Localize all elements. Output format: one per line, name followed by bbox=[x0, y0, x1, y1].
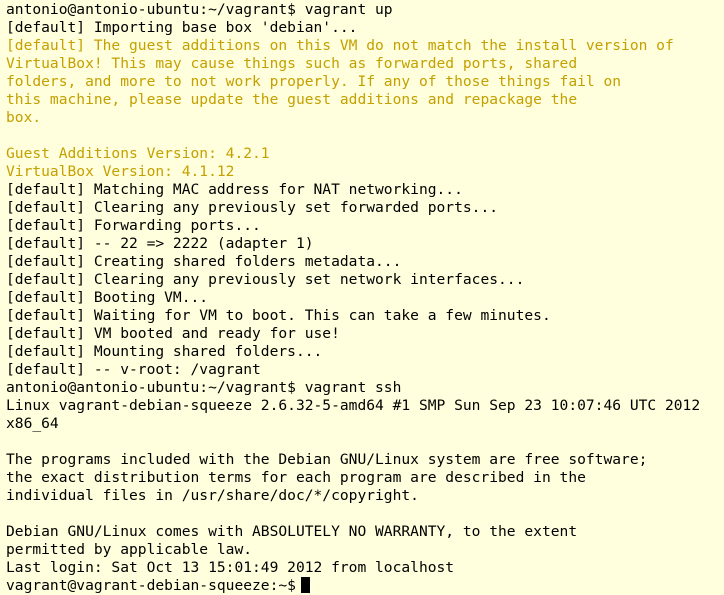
terminal-line: [default] VM booted and ready for use! bbox=[6, 325, 340, 342]
terminal-line: [default] Waiting for VM to boot. This c… bbox=[6, 307, 551, 324]
terminal-line: [default] Clearing any previously set fo… bbox=[6, 199, 499, 216]
terminal-line: the exact distribution terms for each pr… bbox=[6, 469, 586, 486]
terminal-line: [default] Mounting shared folders... bbox=[6, 343, 323, 360]
terminal-line: Debian GNU/Linux comes with ABSOLUTELY N… bbox=[6, 523, 578, 540]
terminal-prompt-line[interactable]: vagrant@vagrant-debian-squeeze:~$ bbox=[6, 577, 724, 595]
terminal-line: antonio@antonio-ubuntu:~/vagrant$ vagran… bbox=[6, 379, 402, 396]
terminal-line: permitted by applicable law. bbox=[6, 541, 253, 558]
terminal-line: [default] Booting VM... bbox=[6, 289, 209, 306]
terminal-window[interactable]: antonio@antonio-ubuntu:~/vagrant$ vagran… bbox=[0, 0, 724, 595]
terminal-line: [default] -- 22 => 2222 (adapter 1) bbox=[6, 235, 314, 252]
terminal-line-warning: folders, and more to not work properly. … bbox=[6, 73, 622, 90]
terminal-line: [default] Importing base box 'debian'... bbox=[6, 19, 358, 36]
terminal-line-warning: VirtualBox! This may cause things such a… bbox=[6, 55, 578, 72]
terminal-line-warning: [default] The guest additions on this VM… bbox=[6, 37, 674, 54]
terminal-line: [default] Matching MAC address for NAT n… bbox=[6, 181, 463, 198]
terminal-output: antonio@antonio-ubuntu:~/vagrant$ vagran… bbox=[6, 1, 724, 577]
terminal-line-warning: this machine, please update the guest ad… bbox=[6, 91, 578, 108]
terminal-line: x86_64 bbox=[6, 415, 59, 432]
terminal-line: [default] Forwarding ports... bbox=[6, 217, 261, 234]
terminal-line: Linux vagrant-debian-squeeze 2.6.32-5-am… bbox=[6, 397, 701, 414]
terminal-line-warning: VirtualBox Version: 4.1.12 bbox=[6, 163, 235, 180]
terminal-line: [default] Creating shared folders metada… bbox=[6, 253, 402, 270]
shell-prompt: vagrant@vagrant-debian-squeeze:~$ bbox=[6, 577, 296, 594]
terminal-line-warning: box. bbox=[6, 109, 42, 126]
terminal-line: individual files in /usr/share/doc/*/cop… bbox=[6, 487, 419, 504]
terminal-line: [default] Clearing any previously set ne… bbox=[6, 271, 525, 288]
terminal-line-warning: Guest Additions Version: 4.2.1 bbox=[6, 145, 270, 162]
terminal-line: antonio@antonio-ubuntu:~/vagrant$ vagran… bbox=[6, 1, 393, 18]
terminal-line: The programs included with the Debian GN… bbox=[6, 451, 648, 468]
terminal-line: Last login: Sat Oct 13 15:01:49 2012 fro… bbox=[6, 559, 455, 576]
text-cursor bbox=[300, 577, 310, 593]
terminal-line: [default] -- v-root: /vagrant bbox=[6, 361, 261, 378]
